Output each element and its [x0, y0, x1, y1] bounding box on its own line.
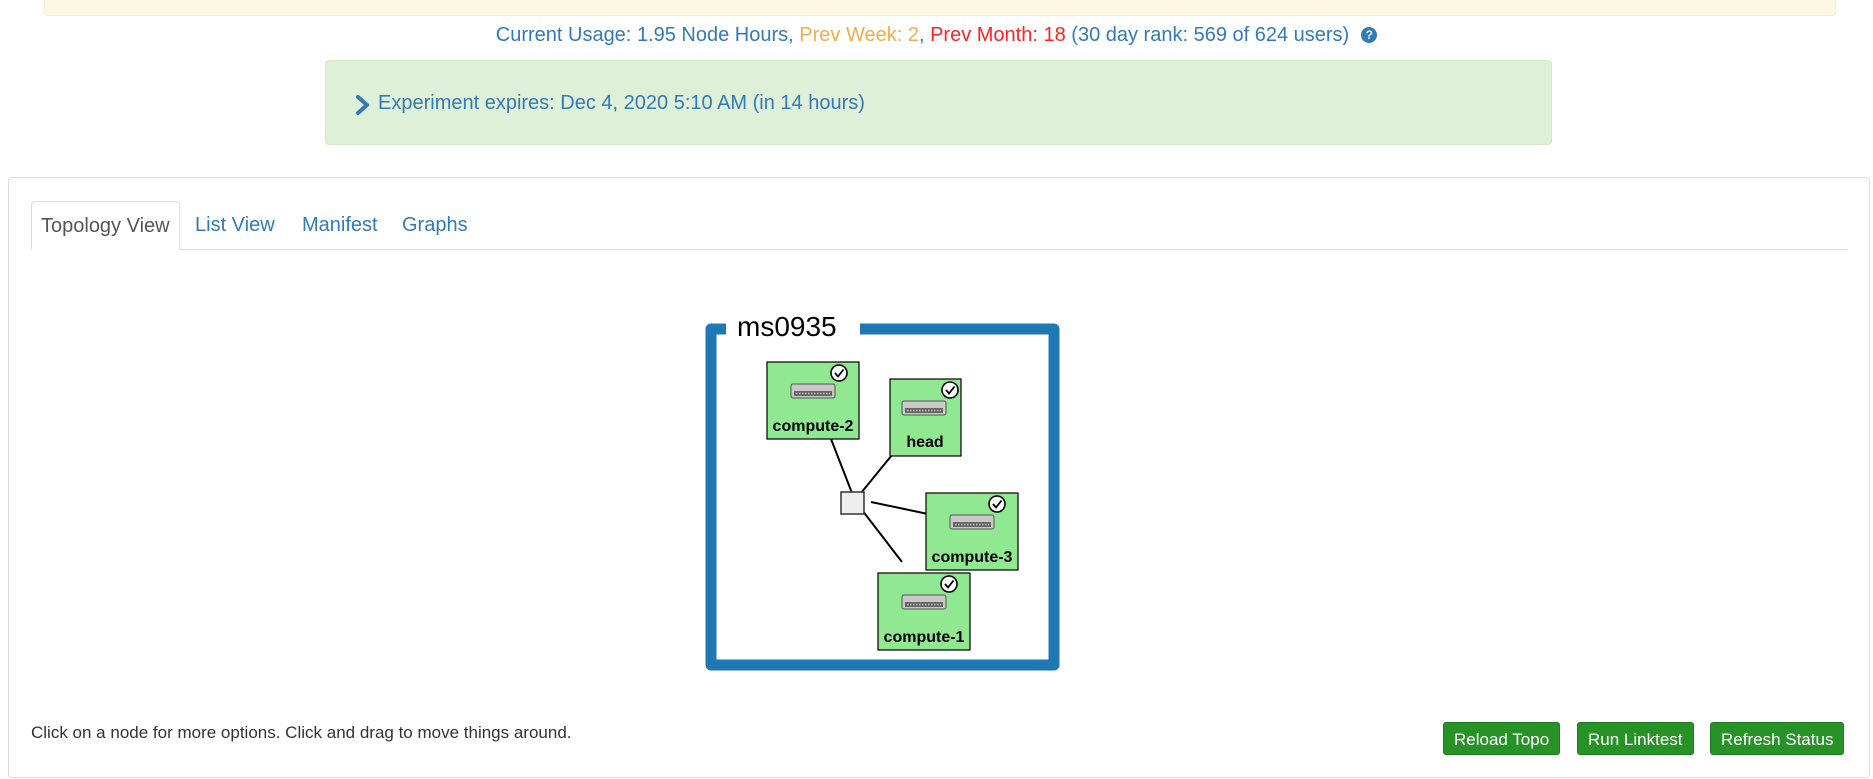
topology-hint: Click on a node for more options. Click …	[31, 723, 572, 742]
experiment-name: ms0935	[737, 311, 837, 342]
server-icon	[901, 594, 947, 610]
node-compute-2[interactable]: compute-2	[766, 361, 860, 440]
lan-switch-icon[interactable]	[840, 491, 865, 515]
node-label: compute-1	[884, 629, 965, 646]
server-icon	[949, 514, 995, 530]
usage-prev-month-label: Prev Month:	[930, 24, 1038, 46]
node-compute-1[interactable]: compute-1	[877, 572, 971, 651]
refresh-status-button[interactable]: Refresh Status	[1710, 722, 1845, 755]
run-linktest-button[interactable]: Run Linktest	[1577, 722, 1694, 755]
usage-summary: Current Usage: 1.95 Node Hours, Prev Wee…	[0, 24, 1873, 47]
usage-current-value: 1.95 Node Hours	[636, 24, 789, 46]
usage-separator: ,	[788, 24, 794, 46]
server-icon	[901, 400, 947, 416]
top-alert-banner	[44, 0, 1836, 16]
check-circle-icon	[830, 364, 848, 382]
expiration-panel[interactable]: Experiment expires: Dec 4, 2020 5:10 AM …	[325, 60, 1552, 145]
help-icon[interactable]: ?	[1361, 27, 1378, 43]
node-head[interactable]: head	[889, 378, 962, 457]
node-label: compute-2	[773, 418, 854, 435]
experiment-panel: Topology View List View Manifest Graphs …	[8, 177, 1870, 778]
usage-separator: ,	[918, 24, 925, 46]
usage-rank: (30 day rank: 569 of 624 users)	[1071, 24, 1350, 46]
topology-canvas[interactable]: ms0935 compute-2 head compute-3 compute-…	[9, 178, 1869, 718]
reload-topo-button[interactable]: Reload Topo	[1443, 722, 1561, 755]
usage-current-label: Current Usage:	[495, 24, 632, 46]
node-label: head	[906, 434, 943, 451]
node-label: compute-3	[932, 549, 1013, 566]
check-circle-icon	[988, 495, 1006, 513]
server-icon	[790, 383, 836, 399]
expiration-text[interactable]: Experiment expires: Dec 4, 2020 5:10 AM …	[378, 92, 865, 115]
usage-prev-month-value: 18	[1043, 24, 1066, 46]
check-circle-icon	[940, 575, 958, 593]
check-circle-icon	[941, 381, 959, 399]
usage-prev-week: Prev Week: 2	[799, 24, 919, 46]
chevron-right-icon	[356, 95, 369, 115]
node-compute-3[interactable]: compute-3	[925, 492, 1019, 571]
